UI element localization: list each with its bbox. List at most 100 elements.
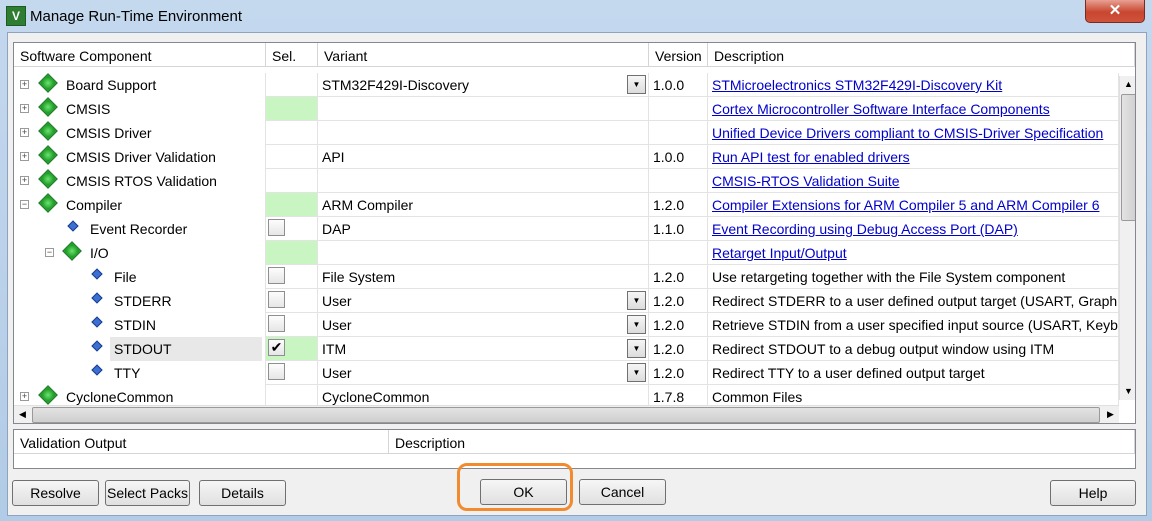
component-name-cell[interactable]: STDIN	[14, 313, 266, 337]
table-row[interactable]: + CMSIS Cortex Microcontroller Software …	[14, 97, 1119, 121]
scroll-down-icon[interactable]: ▼	[1120, 383, 1135, 400]
variant-cell[interactable]: ARM Compiler	[318, 193, 649, 217]
collapse-icon[interactable]: −	[45, 248, 54, 257]
variant-cell[interactable]: User ▼	[318, 313, 649, 337]
component-name-cell[interactable]: + CMSIS Driver Validation	[14, 145, 266, 169]
scroll-up-icon[interactable]: ▲	[1120, 76, 1135, 93]
variant-cell[interactable]: DAP	[318, 217, 649, 241]
select-checkbox[interactable]	[268, 267, 285, 284]
variant-cell[interactable]: File System	[318, 265, 649, 289]
select-checkbox[interactable]	[268, 219, 285, 236]
sel-cell[interactable]	[266, 193, 318, 217]
description-link[interactable]: Cortex Microcontroller Software Interfac…	[712, 101, 1050, 117]
select-checkbox-checked[interactable]: ✔	[268, 339, 285, 356]
table-row[interactable]: File File System 1.2.0 Use retargeting t…	[14, 265, 1119, 289]
description-link[interactable]: Retarget Input/Output	[712, 245, 847, 261]
table-row[interactable]: − I/O Retarget Input/Output	[14, 241, 1119, 265]
vertical-scrollbar[interactable]: ▲ ▼	[1119, 76, 1135, 400]
help-button[interactable]: Help	[1050, 480, 1136, 506]
table-row[interactable]: + CMSIS Driver Validation API 1.0.0 Run …	[14, 145, 1119, 169]
table-row[interactable]: + CycloneCommon CycloneCommon 1.7.8 Comm…	[14, 385, 1119, 405]
variant-dropdown-icon[interactable]: ▼	[627, 315, 646, 334]
description-link[interactable]: Run API test for enabled drivers	[712, 149, 910, 165]
component-name-cell[interactable]: + CycloneCommon	[14, 385, 266, 405]
description-link[interactable]: Unified Device Drivers compliant to CMSI…	[712, 125, 1103, 141]
sel-cell[interactable]	[266, 97, 318, 121]
sel-cell[interactable]	[266, 145, 318, 169]
sel-cell[interactable]	[266, 313, 318, 337]
table-row[interactable]: Event Recorder DAP 1.1.0 Event Recording…	[14, 217, 1119, 241]
variant-cell[interactable]: API	[318, 145, 649, 169]
component-name-cell[interactable]: Event Recorder	[14, 217, 266, 241]
component-name-cell[interactable]: STDERR	[14, 289, 266, 313]
component-name-cell[interactable]: + CMSIS RTOS Validation	[14, 169, 266, 193]
table-row[interactable]: + Board Support STM32F429I-Discovery ▼ 1.…	[14, 73, 1119, 97]
horizontal-scroll-thumb[interactable]	[32, 407, 1100, 423]
variant-dropdown-icon[interactable]: ▼	[627, 75, 646, 94]
collapse-icon[interactable]: −	[20, 200, 29, 209]
col-header-version[interactable]: Version	[649, 43, 708, 67]
select-checkbox[interactable]	[268, 291, 285, 308]
col-header-description[interactable]: Description	[708, 43, 1135, 67]
sel-cell[interactable]	[266, 265, 318, 289]
col-header-component[interactable]: Software Component	[14, 43, 266, 67]
variant-cell[interactable]: User ▼	[318, 289, 649, 313]
table-row[interactable]: STDERR User ▼ 1.2.0 Redirect STDERR to a …	[14, 289, 1119, 313]
component-name-cell[interactable]: − I/O	[14, 241, 266, 265]
component-name-cell[interactable]: STDOUT	[14, 337, 266, 361]
sel-cell[interactable]	[266, 385, 318, 405]
component-name-cell[interactable]: + CMSIS	[14, 97, 266, 121]
expand-icon[interactable]: +	[20, 128, 29, 137]
component-name-cell[interactable]: TTY	[14, 361, 266, 385]
sel-cell[interactable]	[266, 241, 318, 265]
sel-cell[interactable]	[266, 289, 318, 313]
select-packs-button[interactable]: Select Packs	[105, 480, 190, 506]
expand-icon[interactable]: +	[20, 80, 29, 89]
sel-cell[interactable]	[266, 73, 318, 97]
variant-cell[interactable]	[318, 241, 649, 265]
select-checkbox[interactable]	[268, 363, 285, 380]
variant-cell[interactable]	[318, 97, 649, 121]
variant-dropdown-icon[interactable]: ▼	[627, 291, 646, 310]
component-name-cell[interactable]: + Board Support	[14, 73, 266, 97]
sel-cell[interactable]	[266, 361, 318, 385]
col-header-sel[interactable]: Sel.	[266, 43, 318, 67]
table-row[interactable]: + CMSIS RTOS Validation CMSIS-RTOS Valid…	[14, 169, 1119, 193]
variant-cell[interactable]	[318, 169, 649, 193]
component-name-cell[interactable]: + CMSIS Driver	[14, 121, 266, 145]
description-link[interactable]: STMicroelectronics STM32F429I-Discovery …	[712, 77, 1002, 93]
description-link[interactable]: Compiler Extensions for ARM Compiler 5 a…	[712, 197, 1099, 213]
variant-cell[interactable]: STM32F429I-Discovery ▼	[318, 73, 649, 97]
close-button[interactable]: ✕	[1085, 0, 1145, 23]
variant-dropdown-icon[interactable]: ▼	[627, 363, 646, 382]
variant-cell[interactable]: CycloneCommon	[318, 385, 649, 405]
table-row[interactable]: − Compiler ARM Compiler 1.2.0 Compiler E…	[14, 193, 1119, 217]
sel-cell[interactable]: ✔	[266, 337, 318, 361]
validation-description-header[interactable]: Description	[389, 430, 1135, 454]
col-header-variant[interactable]: Variant	[318, 43, 649, 67]
validation-output-header[interactable]: Validation Output	[14, 430, 389, 454]
description-link[interactable]: CMSIS-RTOS Validation Suite	[712, 173, 900, 189]
table-row[interactable]: TTY User ▼ 1.2.0 Redirect TTY to a user d…	[14, 361, 1119, 385]
variant-cell[interactable]	[318, 121, 649, 145]
table-row[interactable]: STDOUT ✔ ITM ▼ 1.2.0 Redirect STDOUT to a…	[14, 337, 1119, 361]
component-name-cell[interactable]: − Compiler	[14, 193, 266, 217]
variant-cell[interactable]: User ▼	[318, 361, 649, 385]
scroll-left-icon[interactable]: ◀	[14, 406, 31, 423]
expand-icon[interactable]: +	[20, 152, 29, 161]
select-checkbox[interactable]	[268, 315, 285, 332]
sel-cell[interactable]	[266, 217, 318, 241]
variant-dropdown-icon[interactable]: ▼	[627, 339, 646, 358]
expand-icon[interactable]: +	[20, 104, 29, 113]
table-row[interactable]: STDIN User ▼ 1.2.0 Retrieve STDIN from a …	[14, 313, 1119, 337]
component-name-cell[interactable]: File	[14, 265, 266, 289]
sel-cell[interactable]	[266, 169, 318, 193]
description-link[interactable]: Event Recording using Debug Access Port …	[712, 221, 1018, 237]
expand-icon[interactable]: +	[20, 176, 29, 185]
sel-cell[interactable]	[266, 121, 318, 145]
expand-icon[interactable]: +	[20, 392, 29, 401]
resolve-button[interactable]: Resolve	[12, 480, 99, 506]
table-row[interactable]: + CMSIS Driver Unified Device Drivers co…	[14, 121, 1119, 145]
vertical-scroll-thumb[interactable]	[1121, 94, 1135, 221]
details-button[interactable]: Details	[199, 480, 286, 506]
